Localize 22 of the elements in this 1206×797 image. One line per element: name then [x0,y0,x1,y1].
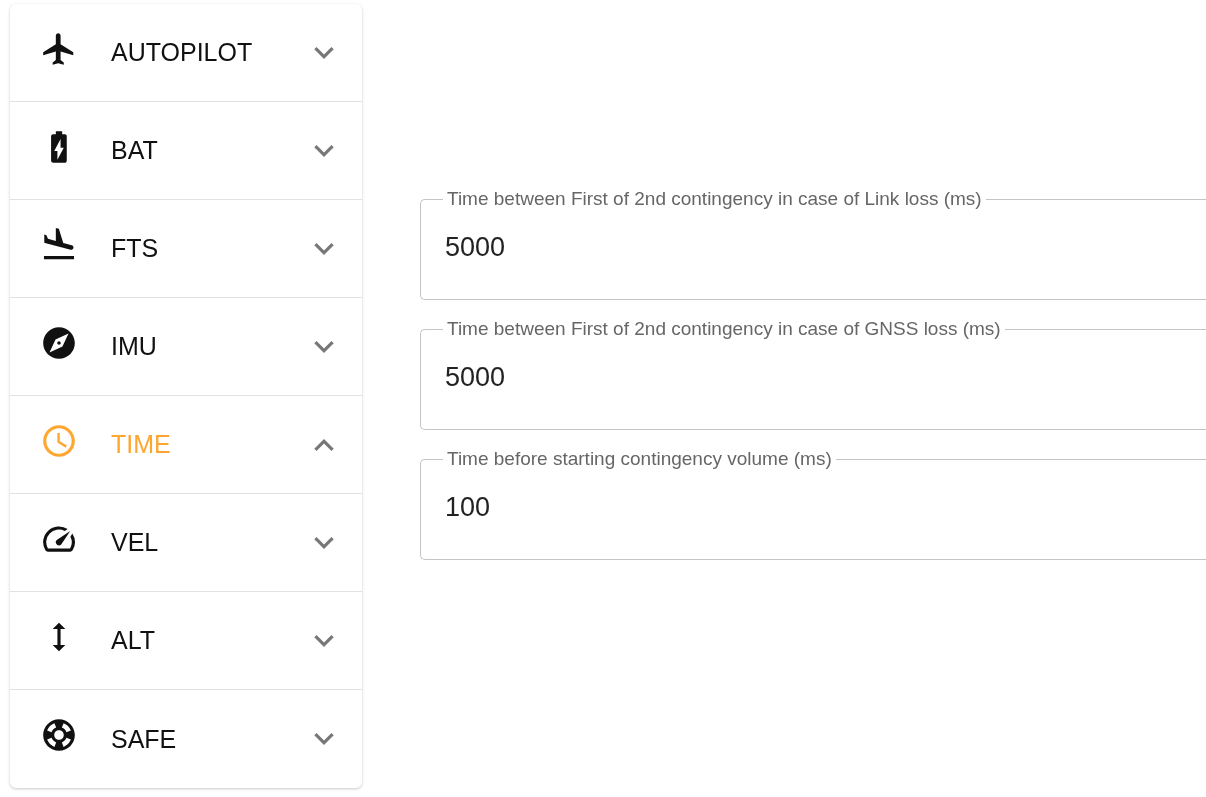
accordion-header[interactable]: ALT [10,592,362,690]
input-field[interactable]: 5000 [445,362,745,393]
field-label: Time before starting contingency volume (ms) [446,448,833,470]
accordion-header[interactable]: AUTOPILOT [10,4,362,102]
lifebuoy-icon [40,716,78,754]
chevron-down-icon [314,46,334,59]
accordion-header[interactable]: IMU [10,298,362,396]
chevron-down-icon [314,536,334,549]
chevron-down-icon [314,242,334,255]
chevron-up-icon [314,438,334,451]
field-label: Time between First of 2nd contingency in case of GNSS loss (ms) [446,318,1002,340]
input-field[interactable]: 5000 [445,232,745,263]
chevron-down-icon [314,733,334,745]
input-field[interactable]: 100 [445,492,745,523]
accordion-header[interactable]: VEL [10,494,362,592]
chevron-down-icon [314,634,334,647]
accordion-header[interactable]: SAFE [10,690,362,788]
chevron-down-icon [314,340,334,353]
accordion-header[interactable]: FTS [10,200,362,298]
field-label: Time between First of 2nd contingency in case of Link loss (ms) [446,188,983,210]
chevron-down-icon [314,144,334,157]
accordion-header[interactable]: BAT [10,102,362,200]
